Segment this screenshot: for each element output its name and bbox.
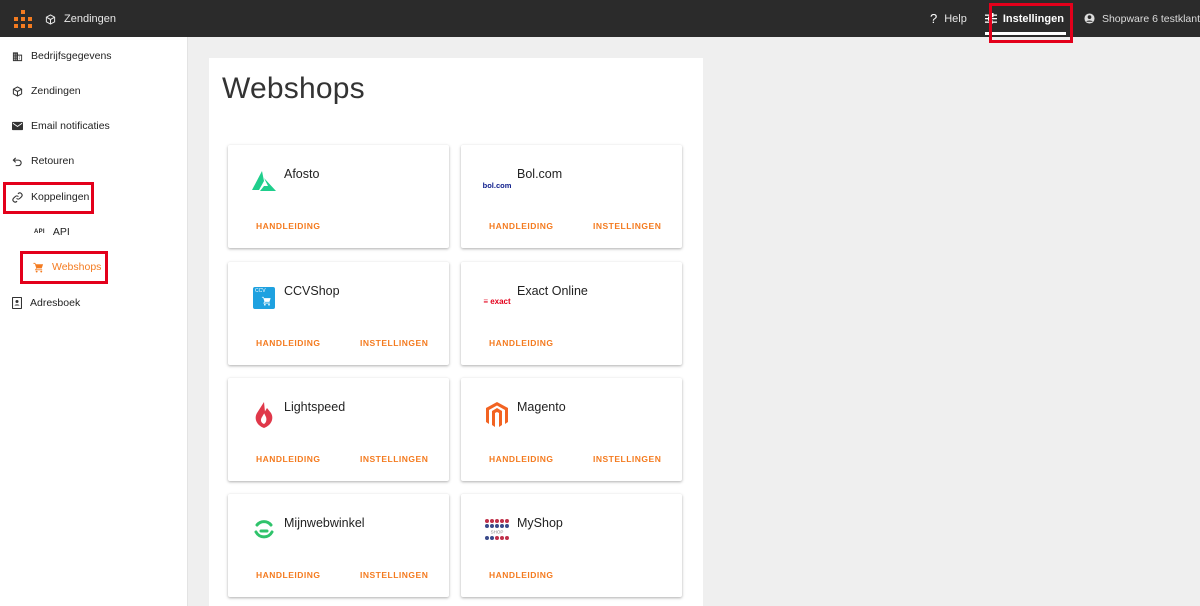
nav-zendingen-label: Zendingen	[64, 13, 116, 25]
ccvshop-logo: CCV	[248, 286, 280, 310]
bolcom-logo: bol.com	[482, 180, 512, 190]
account-icon	[1084, 13, 1095, 24]
help-label: Help	[944, 12, 967, 25]
manual-button[interactable]: HANDLEIDING	[489, 454, 554, 464]
addressbook-icon	[12, 297, 22, 309]
webshop-card-ccvshop: CCV CCVShop HANDLEIDING INSTELLINGEN	[228, 262, 449, 365]
sidebar-item-label: API	[52, 226, 70, 238]
sidebar-item-retouren[interactable]: Retouren	[12, 152, 74, 170]
webshop-name: Lightspeed	[284, 400, 346, 414]
help-link[interactable]: ? Help	[930, 11, 967, 26]
webshop-name: MyShop	[517, 516, 563, 530]
mijnwebwinkel-logo	[248, 518, 280, 542]
manual-button[interactable]: HANDLEIDING	[256, 454, 321, 464]
settings-button[interactable]: INSTELLINGEN	[360, 338, 428, 348]
webshop-card-myshop: SHOP MyShop HANDLEIDING	[461, 494, 682, 597]
settings-button[interactable]: INSTELLINGEN	[360, 570, 428, 580]
manual-button[interactable]: HANDLEIDING	[489, 570, 554, 580]
sidebar-item-email-notificaties[interactable]: Email notificaties	[12, 117, 110, 135]
return-icon	[12, 156, 22, 166]
myshop-logo: SHOP	[481, 516, 513, 544]
manual-button[interactable]: HANDLEIDING	[256, 221, 321, 231]
manual-button[interactable]: HANDLEIDING	[489, 221, 554, 231]
webshop-card-exact-online: ≡ exact Exact Online HANDLEIDING	[461, 262, 682, 365]
sidebar-item-label: Adresboek	[30, 297, 81, 309]
afosto-logo	[248, 169, 280, 193]
sidebar-item-bedrijfsgegevens[interactable]: Bedrijfsgegevens	[12, 47, 112, 65]
sidebar-item-label: Bedrijfsgegevens	[31, 50, 112, 62]
building-icon	[12, 51, 23, 61]
highlight-webshops	[20, 251, 108, 284]
webshop-card-afosto: Afosto HANDLEIDING	[228, 145, 449, 248]
webshop-name: Afosto	[284, 167, 320, 181]
sidebar-item-api[interactable]: API API	[34, 223, 70, 241]
mail-icon	[12, 121, 23, 131]
package-icon	[12, 85, 23, 97]
sidebar-item-adresboek[interactable]: Adresboek	[12, 294, 80, 312]
webshop-name: Bol.com	[517, 167, 563, 181]
manual-button[interactable]: HANDLEIDING	[256, 570, 321, 580]
settings-button[interactable]: INSTELLINGEN	[593, 221, 661, 231]
settings-button[interactable]: INSTELLINGEN	[593, 454, 661, 464]
webshop-name: Exact Online	[517, 284, 588, 298]
manual-button[interactable]: HANDLEIDING	[489, 338, 554, 348]
settings-button[interactable]: INSTELLINGEN	[360, 454, 428, 464]
api-icon: API	[34, 229, 45, 235]
webshop-card-magento: Magento HANDLEIDING INSTELLINGEN	[461, 378, 682, 481]
exact-logo: ≡ exact	[483, 296, 511, 306]
package-icon	[45, 13, 56, 25]
sidebar-item-zendingen[interactable]: Zendingen	[12, 82, 81, 100]
sidebar: Bedrijfsgegevens Zendingen Email notific…	[0, 37, 188, 606]
page-title: Webshops	[222, 72, 365, 105]
highlight-settings	[989, 3, 1073, 43]
nav-zendingen[interactable]: Zendingen	[45, 10, 116, 28]
help-icon: ?	[929, 11, 938, 26]
webshop-name: Mijnwebwinkel	[284, 516, 365, 530]
manual-button[interactable]: HANDLEIDING	[256, 338, 321, 348]
user-label: Shopware 6 testklant	[1101, 12, 1200, 25]
magento-logo	[481, 400, 513, 430]
app-logo[interactable]	[14, 10, 32, 28]
sidebar-item-label: Email notificaties	[31, 120, 110, 132]
lightspeed-logo	[248, 400, 280, 430]
svg-text:SHOP: SHOP	[491, 530, 504, 535]
webshop-name: CCVShop	[284, 284, 340, 298]
sidebar-item-label: Retouren	[31, 155, 75, 167]
webshop-card-lightspeed: Lightspeed HANDLEIDING INSTELLINGEN	[228, 378, 449, 481]
user-menu[interactable]: Shopware 6 testklant	[1084, 13, 1200, 25]
highlight-koppelingen	[3, 182, 94, 214]
webshop-name: Magento	[517, 400, 566, 414]
webshop-card-mijnwebwinkel: Mijnwebwinkel HANDLEIDING INSTELLINGEN	[228, 494, 449, 597]
main-panel: Webshops Afosto HANDLEIDING bol.com Bol.…	[209, 58, 703, 606]
webshop-card-bolcom: bol.com Bol.com HANDLEIDING INSTELLINGEN	[461, 145, 682, 248]
sidebar-item-label: Zendingen	[31, 85, 81, 97]
